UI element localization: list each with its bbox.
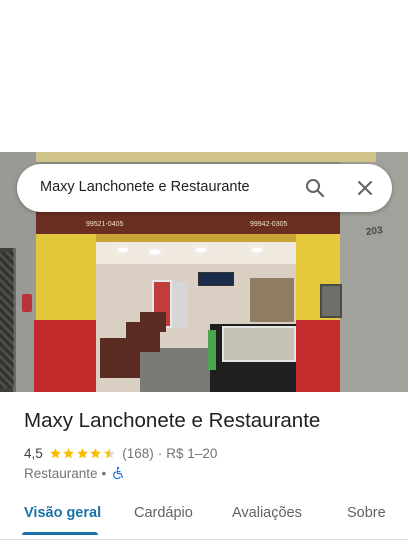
star-full-icon [63, 447, 75, 458]
photo-ceiling-light [252, 248, 262, 252]
photo-ceiling [96, 242, 296, 264]
photo-wall-yellow-left [36, 234, 96, 324]
photo-sign-board [36, 210, 340, 234]
photo-counter-side [208, 330, 216, 370]
category-row: Restaurante • [24, 465, 125, 481]
active-tab-indicator [22, 532, 98, 535]
rating-stars [49, 447, 117, 460]
photo-wall-box [320, 284, 342, 318]
photo-wall-box [22, 294, 32, 312]
separator: · [157, 445, 163, 461]
search-icon[interactable] [303, 176, 327, 200]
rating-row[interactable]: 4,5 (168) · R$ 1–20 [24, 445, 217, 461]
star-full-icon [90, 447, 102, 458]
photo-display-case [222, 326, 296, 362]
photo-wall-red-right [296, 320, 340, 392]
tab-menu[interactable]: Cardápio [134, 505, 193, 521]
price-range: R$ 1–20 [166, 445, 218, 461]
photo-sign-phone-right: 99942-0305 [250, 221, 288, 228]
star-half-icon [103, 447, 115, 458]
close-icon[interactable] [353, 176, 377, 200]
photo-door-grille [0, 252, 14, 388]
map-blank-area [0, 0, 408, 152]
photo-ceiling-light [118, 248, 128, 252]
photo-wall-red-left [34, 320, 96, 392]
search-query[interactable]: Maxy Lanchonete e Restaurante [40, 179, 250, 195]
photo-tv [198, 272, 234, 286]
rating-value: 4,5 [24, 445, 43, 461]
photo-fridge [172, 282, 188, 328]
tab-about[interactable]: Sobre [347, 505, 386, 521]
photo-ceiling-light [196, 248, 206, 252]
place-category: Restaurante [24, 465, 98, 481]
place-title: Maxy Lanchonete e Restaurante [24, 409, 321, 432]
photo-building-number: 203 [365, 224, 384, 239]
photo-shelf [250, 278, 294, 322]
tabs-divider [0, 539, 408, 540]
tab-bar: Visão geral Cardápio Avaliações Sobre [0, 496, 408, 536]
wheelchair-accessible-icon [113, 466, 124, 480]
photo-awning [36, 152, 376, 162]
tab-reviews[interactable]: Avaliações [232, 505, 302, 521]
star-full-icon [76, 447, 88, 458]
photo-sign-phone-left: 99521-0405 [86, 221, 124, 228]
photo-ceiling-light [150, 250, 160, 254]
tab-overview[interactable]: Visão geral [24, 505, 101, 521]
search-bar[interactable]: Maxy Lanchonete e Restaurante [17, 164, 392, 212]
review-count[interactable]: (168) [122, 446, 154, 461]
photo-table [140, 312, 166, 332]
category-separator: • [101, 465, 107, 481]
star-full-icon [49, 447, 61, 458]
